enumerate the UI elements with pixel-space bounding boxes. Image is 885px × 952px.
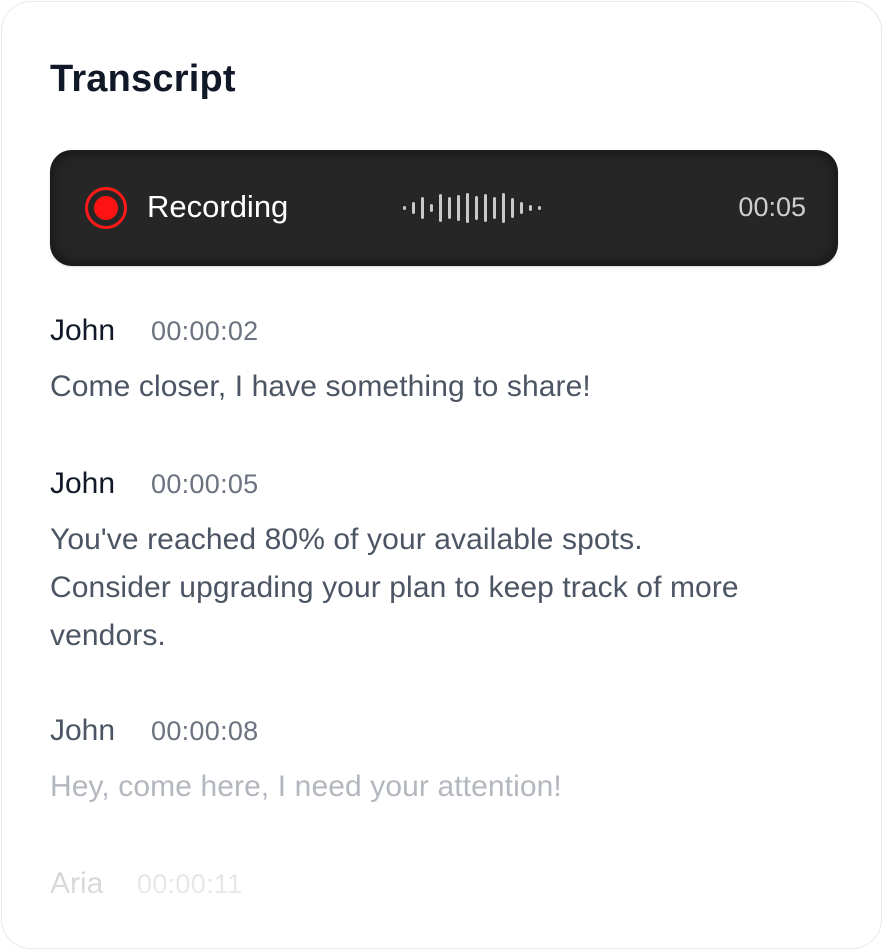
entry-timestamp: 00:00:02 [151, 316, 259, 346]
waveform-bar [502, 193, 505, 223]
waveform-bar [520, 202, 523, 214]
speaker-name: John [50, 314, 116, 347]
entry-timestamp: 00:00:08 [151, 716, 259, 746]
waveform-bar [538, 206, 541, 210]
entry-message: Come closer, I have something to share! [50, 370, 591, 403]
waveform-bar [430, 204, 433, 212]
waveform-bar [457, 195, 460, 221]
speaker-name: Aria [50, 867, 104, 900]
waveform-bar [529, 205, 532, 211]
waveform-bar [439, 194, 442, 222]
waveform-bar [403, 206, 406, 210]
recording-timer: 00:05 [738, 192, 806, 222]
transcript-card: Transcript Recording 00:05 John 00:00:02… [1, 1, 882, 949]
record-icon[interactable] [85, 187, 127, 229]
transcript-title: Transcript [50, 58, 236, 100]
waveform-bar [466, 193, 469, 223]
waveform-bar [484, 194, 487, 222]
bottom-fade [2, 858, 881, 948]
entry-timestamp: 00:00:11 [137, 869, 243, 899]
waveform-bar [475, 196, 478, 220]
waveform-bar [421, 197, 424, 219]
entry-message: You've reached 80% of your available spo… [50, 523, 739, 652]
waveform-icon [355, 186, 541, 230]
waveform-bar [511, 198, 514, 218]
recording-label: Recording [147, 189, 289, 224]
waveform-bar [493, 197, 496, 219]
entry-timestamp: 00:00:05 [151, 469, 259, 499]
speaker-name: John [50, 714, 116, 747]
entry-message: Hey, come here, I need your attention! [50, 770, 562, 803]
record-dot [94, 196, 118, 220]
waveform-bar [448, 197, 451, 219]
speaker-name: John [50, 467, 116, 500]
recording-bar[interactable]: Recording 00:05 [50, 150, 838, 266]
waveform-bar [412, 202, 415, 214]
